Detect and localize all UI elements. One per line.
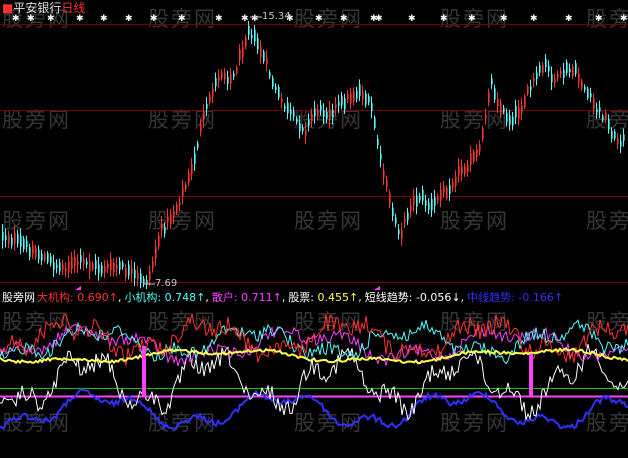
indicator-item-value: 0.455 xyxy=(314,291,350,304)
indicator-item-value: 0.711 xyxy=(237,291,273,304)
indicator-arrow-icon: ↓ xyxy=(451,291,461,304)
indicator-item-value: 0.690 xyxy=(73,291,109,304)
indicator-header: 股旁网 大机构: 0.690↑, 小机构: 0.748↑, 散户: 0.711↑, 股票… xyxy=(2,291,566,305)
indicator-item-label: 大机构: xyxy=(37,291,74,304)
indicator-item-label: 小机构: xyxy=(124,291,162,304)
indicator-lines xyxy=(0,313,628,431)
short-trend-line xyxy=(0,343,628,421)
indicator-item: 散户: 0.711↑, xyxy=(211,291,286,304)
chart-window: 股旁网 股旁网 股旁网 股旁网 股旁网 股旁网 股旁网 股旁网 股旁网 股旁网 … xyxy=(0,0,628,458)
indicator-arrow-icon: ↑ xyxy=(272,291,282,304)
indicator-item: 小机构: 0.748↑, xyxy=(124,291,209,304)
indicator-arrow-icon: ↑ xyxy=(196,291,206,304)
indicator-item: 中线趋势: -0.166↑ xyxy=(467,291,563,304)
indicator-item-value: -0.166 xyxy=(514,291,554,304)
indicator-item-label: 股票: xyxy=(288,291,315,304)
indicator-item: 短线趋势: -0.056↓, xyxy=(364,291,465,304)
indicator-panel[interactable] xyxy=(0,0,628,458)
indicator-name: 股旁网 xyxy=(2,291,35,304)
indicator-item: 股票: 0.455↑, xyxy=(288,291,362,304)
indicator-arrow-icon: ↑ xyxy=(553,291,564,304)
indicator-item-label: 中线趋势: xyxy=(467,291,515,304)
indicator-item: 大机构: 0.690↑, xyxy=(37,291,122,304)
indicator-item-value: -0.056 xyxy=(412,291,452,304)
indicator-item-label: 散户: xyxy=(211,291,238,304)
indicator-item-label: 短线趋势: xyxy=(364,291,413,304)
indicator-arrow-icon: ↑ xyxy=(108,291,118,304)
indicator-arrow-icon: ↑ xyxy=(349,291,359,304)
indicator-item-value: 0.748 xyxy=(161,291,197,304)
